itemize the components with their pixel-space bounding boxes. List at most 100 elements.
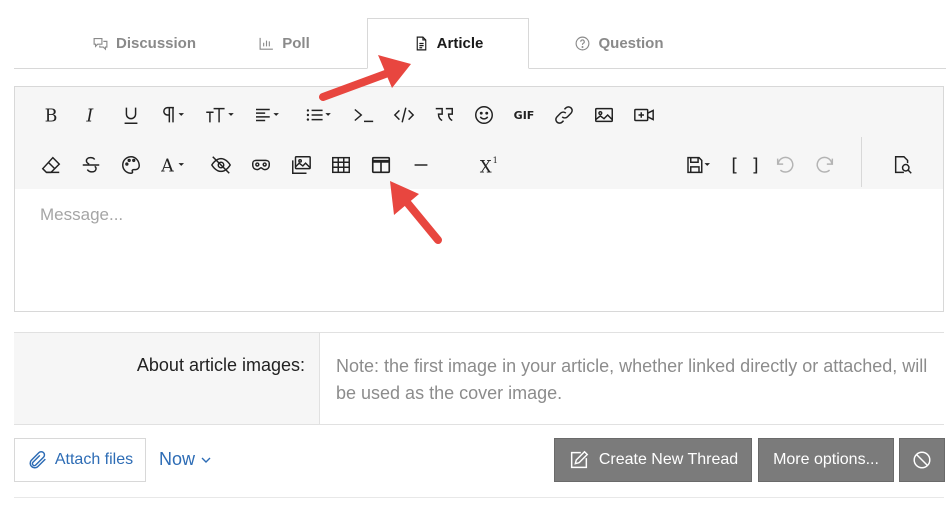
gif-icon: GIF — [513, 108, 535, 122]
underline-button[interactable] — [113, 99, 149, 131]
about-article-images-label: About article images: — [136, 355, 305, 375]
drafts-icon — [687, 156, 710, 174]
superscript-icon: X1 — [480, 155, 498, 176]
create-new-thread-label: Create New Thread — [598, 451, 739, 468]
text-size-button[interactable] — [198, 99, 242, 131]
document-icon — [416, 36, 426, 51]
spoiler-icon — [252, 159, 270, 171]
image-icon — [595, 107, 613, 123]
message-editor: B I GIF A X 1 [] Message... — [14, 86, 944, 312]
toolbar-divider — [861, 137, 862, 187]
tab-label: Discussion — [115, 34, 197, 52]
underline-icon — [124, 107, 138, 124]
eraser-icon — [41, 156, 61, 174]
horizontal-line-button[interactable] — [403, 149, 439, 181]
italic-button[interactable]: I — [73, 99, 109, 131]
paperclip-icon — [29, 451, 46, 469]
table-button[interactable] — [323, 149, 359, 181]
tab-article[interactable]: Article — [367, 18, 529, 69]
undo-icon — [776, 156, 794, 173]
chat-bubbles-icon — [93, 37, 108, 51]
tab-label: Question — [598, 34, 664, 52]
code-icon — [393, 107, 415, 123]
table-icon — [332, 156, 350, 174]
code-button[interactable] — [386, 99, 422, 131]
about-label-cell: About article images: — [14, 333, 320, 424]
hide-icon — [210, 156, 232, 174]
paragraph-button[interactable] — [153, 99, 193, 131]
color-button[interactable] — [113, 149, 149, 181]
preview-icon — [894, 156, 912, 174]
smilies-button[interactable] — [466, 99, 502, 131]
thread-type-tabs: Discussion Poll Article Question — [14, 0, 946, 69]
footer-divider — [14, 497, 944, 498]
inline-code-button[interactable] — [346, 99, 382, 131]
smiley-icon — [475, 106, 493, 124]
remove-formatting-button[interactable] — [33, 149, 69, 181]
align-button[interactable] — [247, 99, 287, 131]
toggle-bbcode-button[interactable]: [ ] — [727, 149, 763, 181]
text-size-icon — [206, 107, 234, 123]
schedule-now-label: Now — [159, 449, 196, 469]
gif-button[interactable]: GIF — [506, 99, 542, 131]
svg-text:1: 1 — [493, 155, 498, 165]
tab-discussion[interactable]: Discussion — [54, 18, 234, 68]
superscript-button[interactable]: X1 — [471, 149, 507, 181]
message-input[interactable]: Message... — [40, 205, 123, 225]
layout-columns-icon — [371, 156, 391, 174]
align-icon — [256, 108, 279, 122]
chevron-down-icon — [201, 457, 211, 463]
create-new-thread-button[interactable]: Create New Thread — [554, 438, 752, 482]
columns-layout-button[interactable] — [363, 149, 399, 181]
drafts-button[interactable] — [679, 149, 719, 181]
media-button[interactable] — [626, 99, 662, 131]
font-color-icon: A — [160, 156, 184, 176]
quote-button[interactable] — [426, 99, 462, 131]
bar-chart-icon — [259, 37, 274, 50]
svg-text:A: A — [160, 156, 174, 176]
editor-toolbar: B I GIF A X 1 [] — [15, 87, 943, 189]
attach-files-label: Attach files — [54, 451, 134, 468]
question-circle-icon — [576, 36, 590, 50]
tab-question[interactable]: Question — [534, 18, 704, 68]
about-article-images-row: About article images: Note: the first im… — [14, 332, 944, 425]
spoiler-button[interactable] — [243, 149, 279, 181]
strikethrough-button[interactable] — [73, 149, 109, 181]
hide-content-button[interactable] — [203, 149, 239, 181]
schedule-now-dropdown[interactable]: Now — [159, 449, 212, 470]
bold-button[interactable]: B — [33, 99, 69, 131]
italic-icon: I — [85, 106, 94, 126]
link-button[interactable] — [546, 99, 582, 131]
quote-icon — [435, 107, 453, 122]
preview-button[interactable] — [885, 149, 921, 181]
video-icon — [634, 108, 654, 122]
more-options-button[interactable]: More options... — [758, 438, 894, 482]
cancel-button[interactable] — [899, 438, 945, 482]
list-icon — [306, 109, 331, 121]
cancel-icon — [913, 451, 931, 469]
strikethrough-icon — [82, 156, 100, 173]
gallery-button[interactable] — [283, 149, 319, 181]
bbcode-icon: [ ] — [728, 154, 762, 176]
horizontal-rule-icon — [414, 164, 428, 166]
paragraph-icon — [163, 106, 184, 123]
attach-files-button[interactable]: Attach files — [14, 438, 146, 482]
list-button[interactable] — [298, 99, 338, 131]
font-family-button[interactable]: A — [153, 149, 193, 181]
gallery-icon — [292, 156, 311, 174]
more-options-label: More options... — [773, 451, 879, 468]
edit-icon — [570, 450, 589, 469]
svg-text:I: I — [85, 106, 94, 126]
code-inline-icon — [354, 108, 374, 123]
undo-button[interactable] — [767, 149, 803, 181]
tab-label: Poll — [282, 34, 310, 52]
redo-button[interactable] — [807, 149, 843, 181]
tab-poll[interactable]: Poll — [214, 18, 354, 68]
about-article-images-note: Note: the first image in your article, w… — [336, 356, 928, 403]
tab-label: Article — [436, 35, 484, 52]
bold-icon: B — [45, 106, 58, 126]
redo-icon — [816, 156, 834, 173]
image-button[interactable] — [586, 99, 622, 131]
palette-icon — [122, 156, 140, 174]
link-icon — [555, 106, 573, 124]
